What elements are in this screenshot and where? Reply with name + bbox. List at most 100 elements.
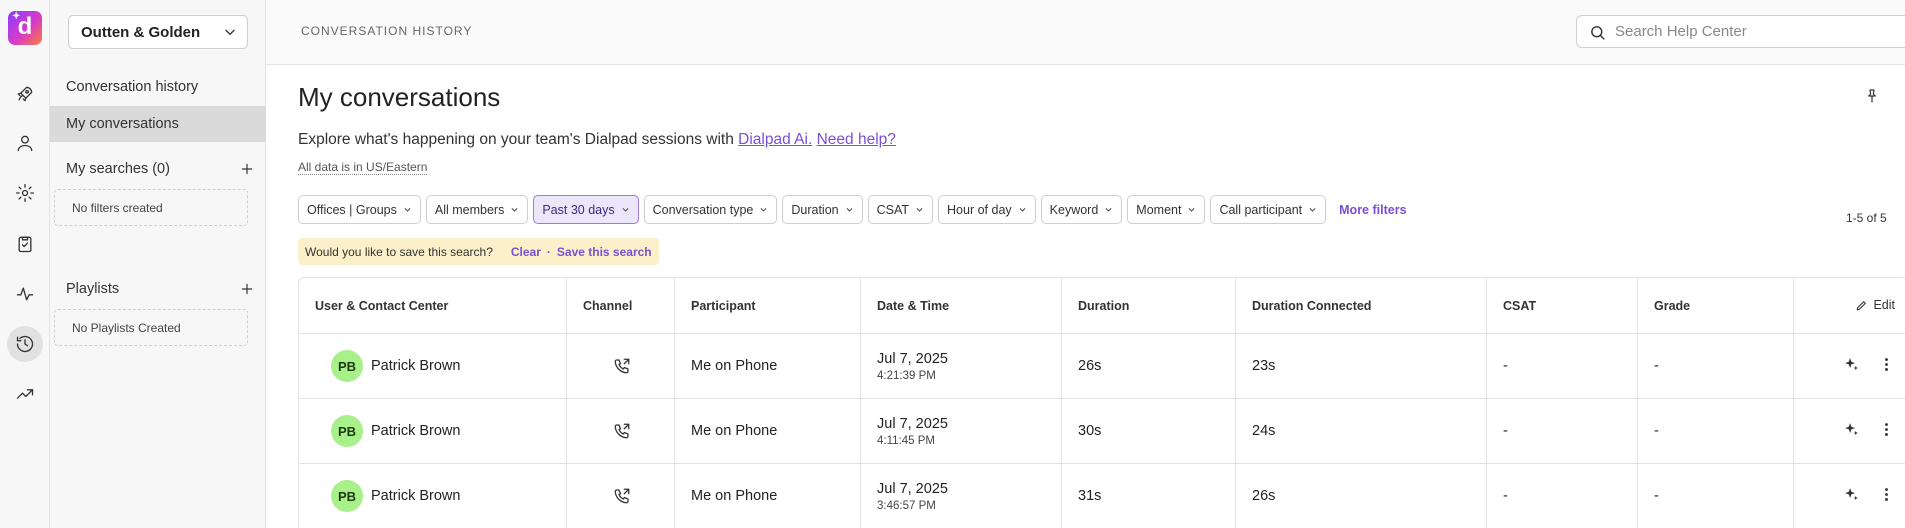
sidebar-item-conversation-history[interactable]: Conversation history	[50, 69, 266, 105]
filter-label: Hour of day	[947, 202, 1012, 217]
filter-offices-groups[interactable]: Offices | Groups	[298, 195, 421, 224]
cell-duration: 30s	[1062, 399, 1236, 463]
cell-participant: Me on Phone	[675, 334, 861, 398]
filter-label: Offices | Groups	[307, 202, 397, 217]
rail-analytics[interactable]	[7, 276, 43, 312]
history-icon	[16, 335, 34, 353]
cell-date-time: Jul 7, 2025 4:21:39 PM	[861, 334, 1062, 398]
dialpad-logo[interactable]: ✦ d	[8, 11, 42, 45]
timezone-note[interactable]: All data is in US/Eastern	[298, 160, 428, 175]
cell-date-time: Jul 7, 2025 4:11:45 PM	[861, 399, 1062, 463]
column-header-participant[interactable]: Participant	[675, 278, 861, 333]
cell-user: PB Patrick Brown	[299, 399, 567, 463]
breadcrumb: CONVERSATION HISTORY	[301, 24, 473, 38]
filter-hour-of-day[interactable]: Hour of day	[938, 195, 1036, 224]
column-header-channel[interactable]: Channel	[567, 278, 675, 333]
sidebar: Outten & Golden Conversation history My …	[50, 0, 266, 528]
filter-label: Past 30 days	[542, 202, 615, 217]
rocket-icon	[17, 86, 33, 102]
filter-label: CSAT	[876, 202, 910, 217]
filter-csat[interactable]: CSAT	[867, 195, 934, 224]
chevron-down-icon	[846, 208, 853, 212]
rail-insights[interactable]	[7, 376, 43, 412]
rail-contacts[interactable]	[7, 125, 43, 161]
cell-user: PB Patrick Brown	[299, 464, 567, 528]
filter-date-range[interactable]: Past 30 days	[533, 195, 639, 224]
date-text: Jul 7, 2025	[877, 480, 948, 497]
cell-grade: -	[1638, 334, 1794, 398]
gear-icon	[16, 184, 34, 202]
more-filters-button[interactable]: More filters	[1339, 203, 1406, 217]
cell-date-time: Jul 7, 2025 3:46:57 PM	[861, 464, 1062, 528]
chevron-down-icon	[404, 208, 411, 212]
cell-csat: -	[1487, 399, 1638, 463]
save-search-button[interactable]: Save this search	[557, 245, 652, 259]
column-header-user[interactable]: User & Contact Center	[299, 278, 567, 333]
no-playlists-text: No Playlists Created	[72, 320, 181, 335]
rail-launch[interactable]	[7, 76, 43, 112]
edit-label: Edit	[1873, 298, 1895, 312]
filter-label: Duration	[791, 202, 839, 217]
chevron-down-icon	[511, 208, 518, 212]
conversations-table: User & Contact Center Channel Participan…	[298, 277, 1905, 528]
user-name: Patrick Brown	[371, 358, 461, 374]
page-title: My conversations	[298, 82, 501, 112]
sidebar-item-label: My conversations	[66, 116, 179, 132]
pin-icon[interactable]	[1864, 88, 1880, 104]
ai-sparkle-icon[interactable]	[1843, 486, 1860, 503]
chevron-down-icon	[225, 29, 235, 36]
chevron-down-icon	[1019, 208, 1026, 212]
column-header-csat[interactable]: CSAT	[1487, 278, 1638, 333]
top-header: CONVERSATION HISTORY	[266, 0, 1905, 65]
add-playlist-icon[interactable]	[240, 282, 254, 296]
trending-up-icon	[16, 389, 34, 399]
sparkle-icon: ✦	[12, 11, 21, 22]
cell-duration: 26s	[1062, 334, 1236, 398]
column-header-duration-connected[interactable]: Duration Connected	[1236, 278, 1487, 333]
main-content: My conversations Explore what's happenin…	[266, 65, 1905, 528]
table-row[interactable]: PB Patrick Brown Me on Phone Jul 7, 2025…	[299, 334, 1905, 399]
phone-call-icon	[614, 423, 630, 439]
filter-label: Call participant	[1219, 202, 1303, 217]
result-count: 1-5 of 5	[1846, 211, 1887, 225]
more-vertical-icon[interactable]	[1878, 421, 1895, 438]
add-search-icon[interactable]	[240, 162, 254, 176]
edit-columns-button[interactable]: Edit	[1855, 298, 1895, 312]
filter-moment[interactable]: Moment	[1127, 195, 1206, 224]
org-select[interactable]: Outten & Golden	[68, 15, 248, 49]
need-help-link[interactable]: Need help?	[817, 131, 896, 148]
clear-search-button[interactable]: Clear	[511, 245, 541, 259]
sidebar-item-my-conversations[interactable]: My conversations	[50, 106, 266, 142]
chevron-down-icon	[1105, 208, 1112, 212]
filter-all-members[interactable]: All members	[425, 195, 529, 224]
dialpad-ai-link[interactable]: Dialpad Ai.	[738, 131, 812, 148]
rail-settings[interactable]	[7, 175, 43, 211]
cell-grade: -	[1638, 464, 1794, 528]
filter-call-participant[interactable]: Call participant	[1210, 195, 1327, 224]
column-header-date-time[interactable]: Date & Time	[861, 278, 1062, 333]
rail-tasks[interactable]	[7, 226, 43, 262]
filter-keyword[interactable]: Keyword	[1040, 195, 1123, 224]
column-header-grade[interactable]: Grade	[1638, 278, 1794, 333]
ai-sparkle-icon[interactable]	[1843, 356, 1860, 373]
playlists-label: Playlists	[66, 281, 120, 297]
org-select-label: Outten & Golden	[81, 23, 201, 41]
table-row[interactable]: PB Patrick Brown Me on Phone Jul 7, 2025…	[299, 464, 1905, 528]
column-header-duration[interactable]: Duration	[1062, 278, 1236, 333]
avatar: PB	[331, 350, 363, 382]
search-input[interactable]	[1615, 23, 1895, 40]
date-text: Jul 7, 2025	[877, 415, 948, 432]
page-subtitle: Explore what's happening on your team's …	[298, 131, 896, 149]
more-vertical-icon[interactable]	[1878, 356, 1895, 373]
table-row[interactable]: PB Patrick Brown Me on Phone Jul 7, 2025…	[299, 399, 1905, 464]
filter-duration[interactable]: Duration	[782, 195, 863, 224]
left-rail: ✦ d	[0, 0, 50, 528]
cell-duration-connected: 26s	[1236, 464, 1487, 528]
more-vertical-icon[interactable]	[1878, 486, 1895, 503]
rail-history[interactable]	[7, 326, 43, 362]
filter-conversation-type[interactable]: Conversation type	[643, 195, 778, 224]
chevron-down-icon	[1188, 208, 1195, 212]
search-box[interactable]	[1576, 15, 1905, 48]
ai-sparkle-icon[interactable]	[1843, 421, 1860, 438]
subtitle-text: Explore what's happening on your team's …	[298, 131, 734, 148]
